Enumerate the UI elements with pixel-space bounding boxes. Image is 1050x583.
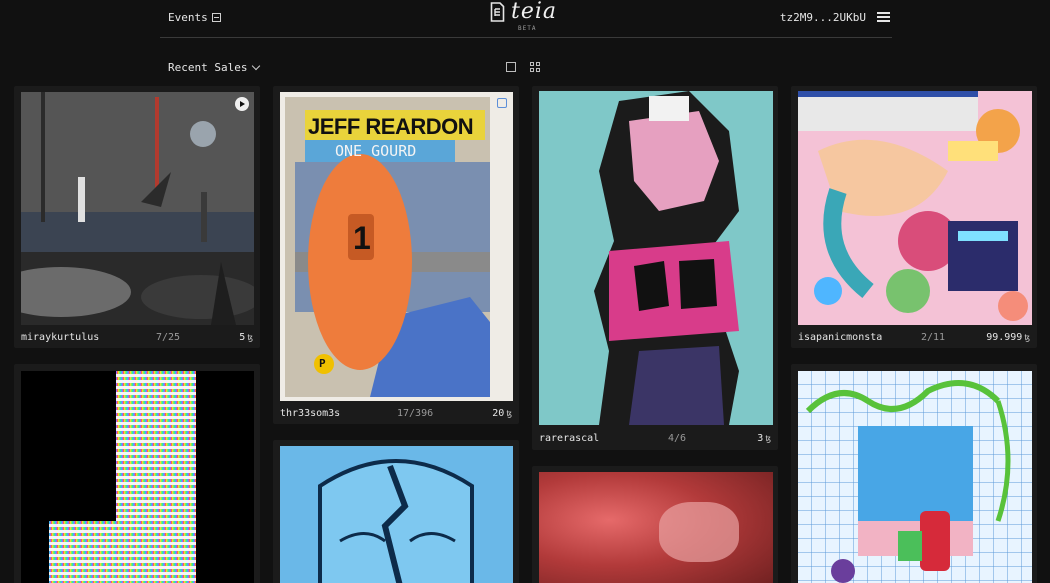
top-navigation-bar: Events teia BETA tz2M9...2UKbU	[160, 0, 892, 38]
position-badge: P	[319, 357, 326, 370]
card-meta: rarerascal 4/6 3ꜩ	[539, 433, 771, 447]
artwork-card[interactable]	[273, 440, 519, 583]
card-subtitle-text: ONE GOURD	[335, 142, 417, 160]
artwork-thumbnail[interactable]	[539, 91, 773, 425]
artist-name[interactable]: thr33som3s	[280, 408, 340, 419]
artwork-card[interactable]	[791, 364, 1037, 583]
grid-view-icon[interactable]	[530, 62, 541, 73]
artwork-thumbnail[interactable]: JEFF REARDON ONE GOURD 1 P	[280, 92, 513, 401]
artwork-thumbnail[interactable]	[21, 92, 254, 325]
artwork-thumbnail[interactable]	[21, 371, 254, 583]
artwork-thumbnail[interactable]	[539, 472, 773, 583]
card-meta: miraykurtulus 7/25 5ꜩ	[21, 332, 253, 346]
price: 5ꜩ	[239, 332, 253, 343]
price: 20 ꜩ	[492, 408, 512, 419]
brand-name: teia	[511, 0, 558, 24]
gourd-number: 1	[353, 220, 371, 256]
price: 99.999 ꜩ	[986, 332, 1030, 343]
artwork-image	[798, 91, 1032, 325]
artwork-image	[798, 371, 1032, 583]
card-title-text: JEFF REARDON	[308, 114, 474, 139]
wallet-address[interactable]: tz2M9...2UKbU	[780, 11, 866, 24]
artwork-card[interactable]: rarerascal 4/6 3ꜩ	[532, 86, 778, 450]
brand-logo[interactable]: teia	[490, 1, 557, 23]
events-label: Events	[168, 11, 208, 24]
hamburger-menu-icon[interactable]	[877, 12, 890, 22]
sort-dropdown[interactable]: Recent Sales	[168, 61, 261, 74]
artwork-card[interactable]	[14, 364, 260, 583]
artwork-image	[49, 371, 196, 583]
beta-label: BETA	[518, 25, 537, 32]
artwork-image	[539, 91, 773, 425]
artist-name[interactable]: isapanicmonsta	[798, 332, 882, 343]
artist-name[interactable]: miraykurtulus	[21, 332, 99, 343]
artwork-card[interactable]: isapanicmonsta 2/11 99.999 ꜩ	[791, 86, 1037, 348]
edition-count: 17/396	[397, 408, 434, 419]
card-meta: isapanicmonsta 2/11 99.999 ꜩ	[798, 332, 1030, 346]
artwork-thumbnail[interactable]	[798, 371, 1032, 583]
chevron-down-icon	[252, 61, 261, 70]
artwork-image	[21, 92, 254, 325]
document-logo-icon	[490, 2, 505, 22]
tez-icon: ꜩ	[765, 434, 771, 443]
edition-count: 2/11	[921, 332, 946, 343]
artwork-image	[280, 446, 513, 583]
single-view-icon[interactable]	[506, 62, 516, 72]
artwork-thumbnail[interactable]	[280, 446, 513, 583]
artwork-image	[659, 502, 739, 562]
price: 3ꜩ	[757, 433, 771, 444]
artwork-card[interactable]: JEFF REARDON ONE GOURD 1 P thr33som3s 17…	[273, 86, 519, 424]
artwork-card[interactable]: miraykurtulus 7/25 5ꜩ	[14, 86, 260, 348]
events-link[interactable]: Events	[168, 11, 221, 24]
fullscreen-icon[interactable]	[497, 98, 507, 108]
play-icon[interactable]	[235, 97, 249, 111]
artist-name[interactable]: rarerascal	[539, 433, 599, 444]
artwork-card[interactable]	[532, 466, 778, 583]
card-meta: thr33som3s 17/396 20 ꜩ	[280, 408, 512, 422]
edition-count: 4/6	[668, 433, 687, 444]
artwork-thumbnail[interactable]	[798, 91, 1032, 325]
calendar-icon	[211, 13, 221, 22]
tez-icon: ꜩ	[506, 409, 512, 418]
edition-count: 7/25	[156, 332, 181, 343]
tez-icon: ꜩ	[247, 333, 253, 342]
sort-label: Recent Sales	[168, 61, 248, 74]
tez-icon: ꜩ	[1024, 333, 1030, 342]
